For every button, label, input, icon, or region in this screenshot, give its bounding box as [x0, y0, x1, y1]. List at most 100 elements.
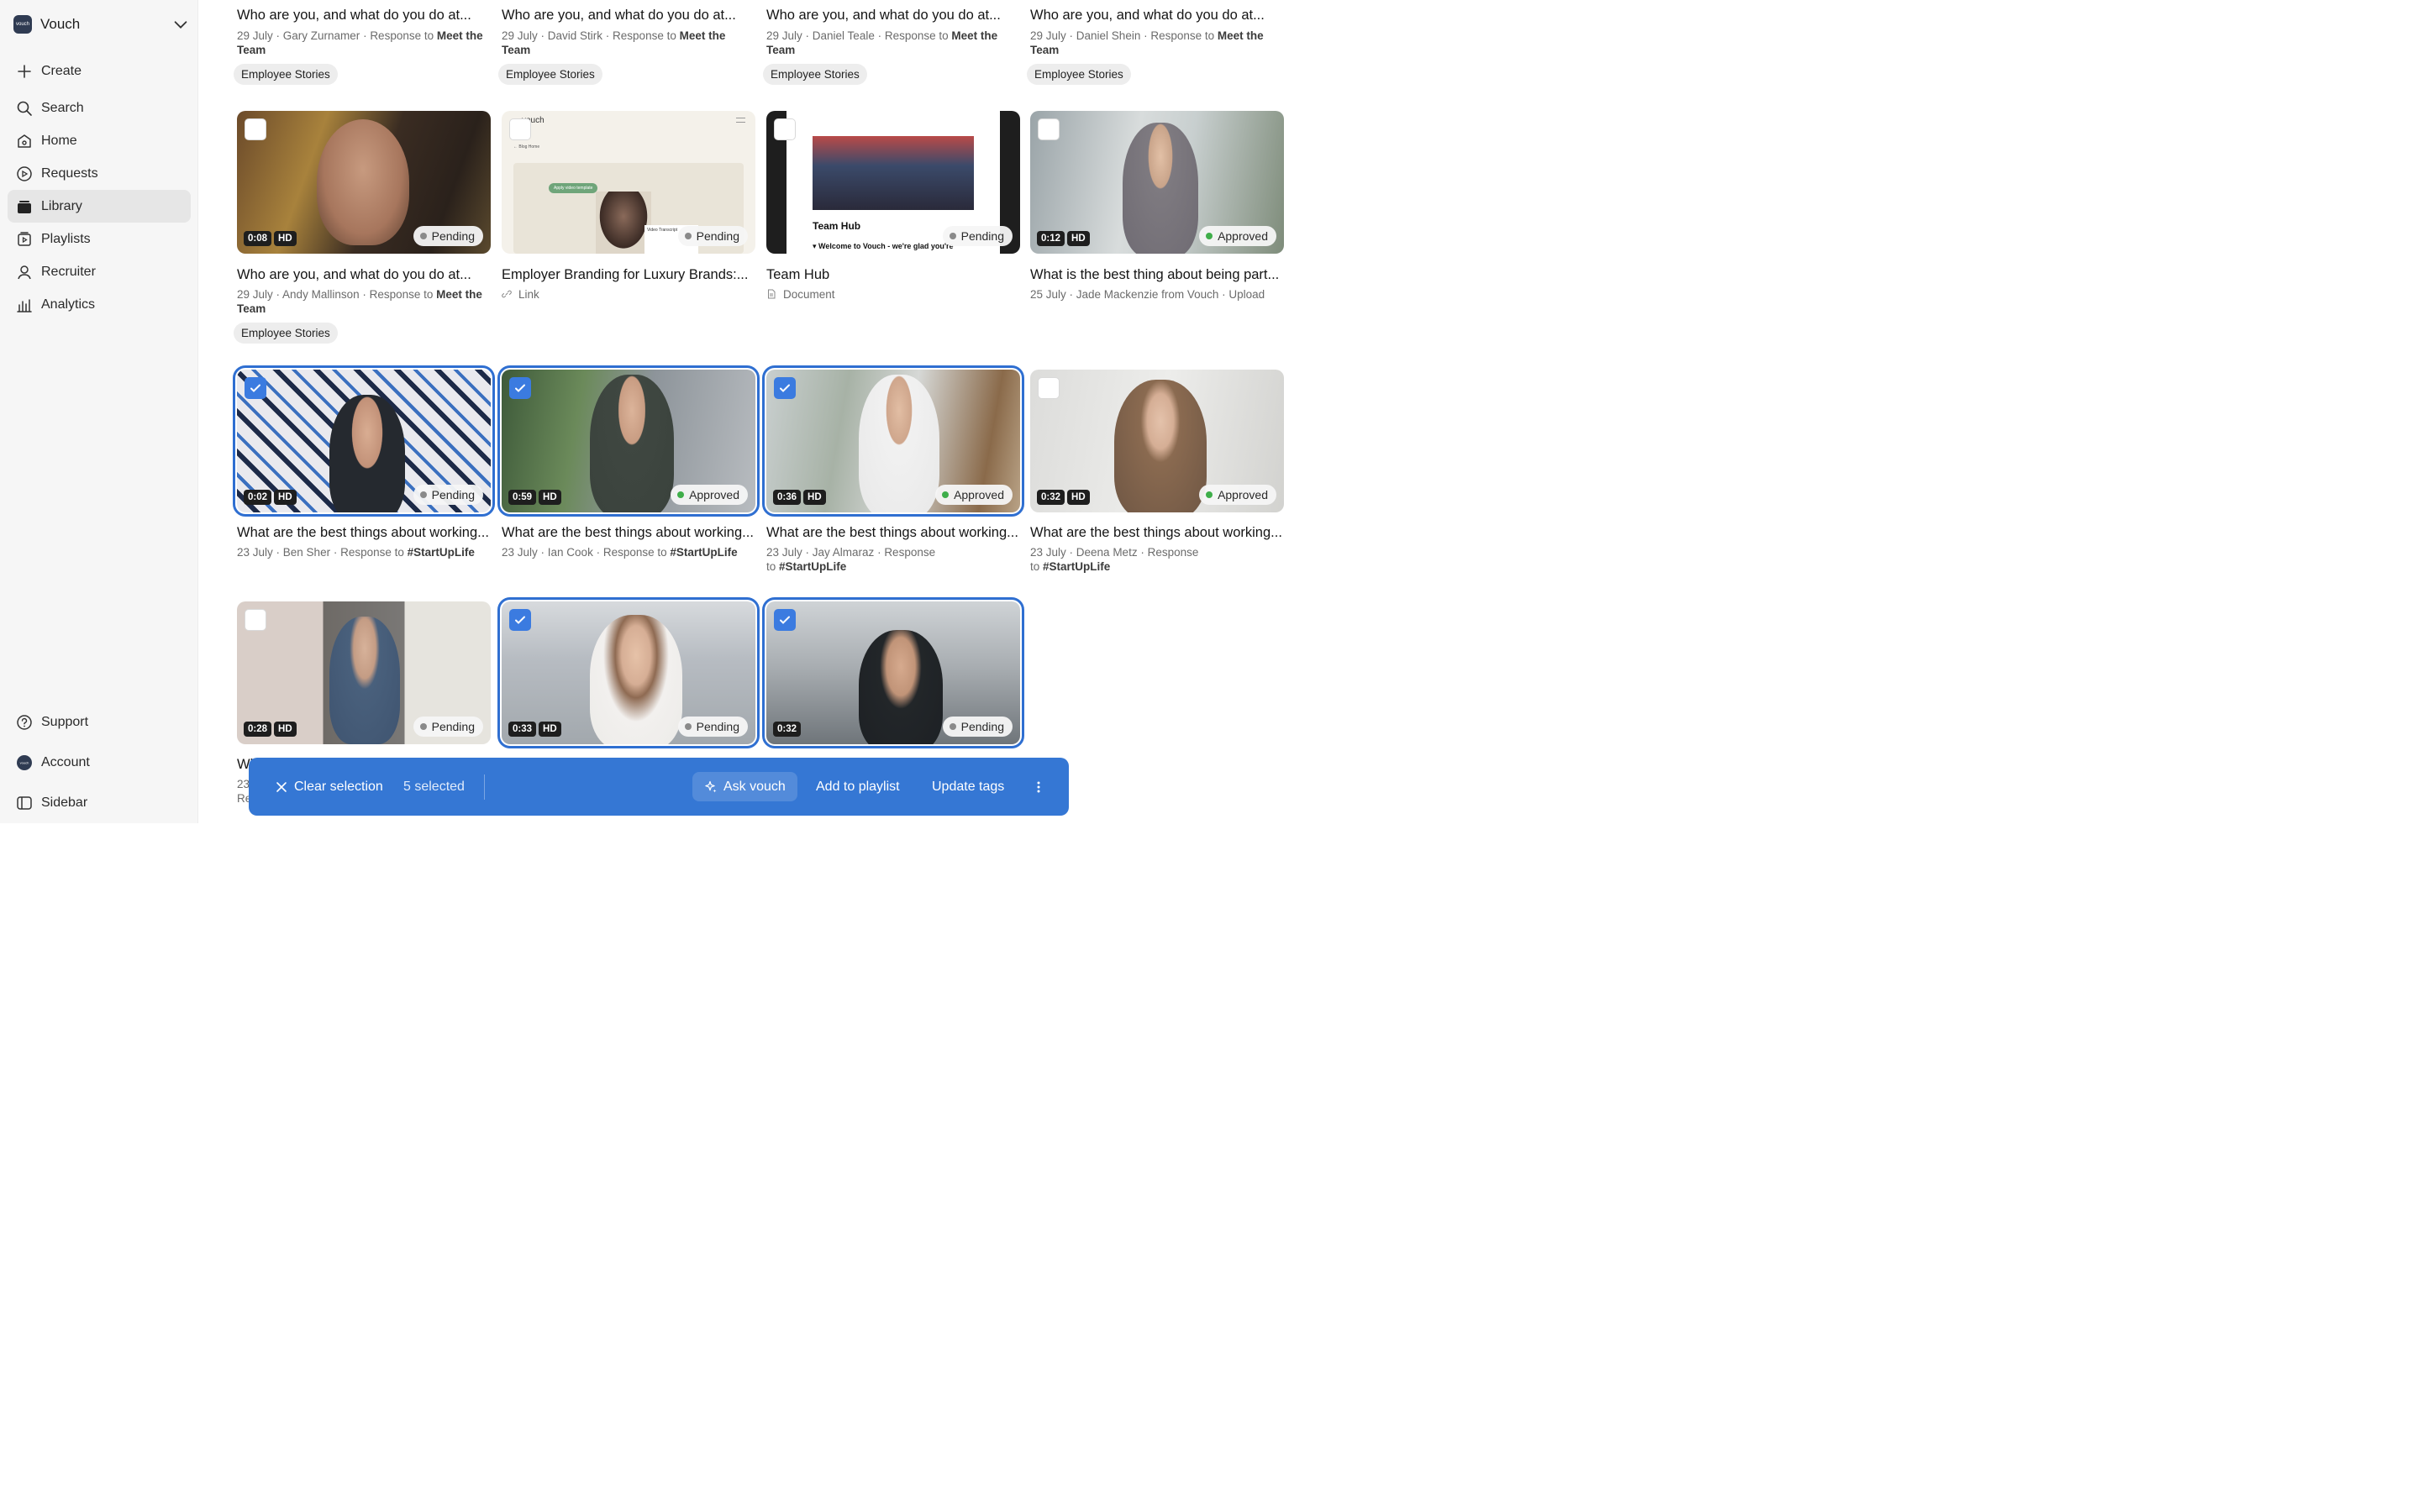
- document-thumbnail[interactable]: Team Hub ▾ Welcome to Vouch - we're glad…: [766, 111, 1020, 254]
- video-thumbnail[interactable]: 0:59 HD Approved: [497, 365, 760, 517]
- close-icon: [276, 781, 287, 792]
- card-meta: 29 July · Andy Mallinson · Response to M…: [237, 288, 482, 315]
- select-checkbox[interactable]: [509, 377, 531, 399]
- nav-label: Account: [41, 755, 90, 769]
- thumb-sub: ▾ Welcome to Vouch - we're glad you're: [813, 242, 954, 250]
- video-thumbnail[interactable]: 0:33 HD Pending: [497, 597, 760, 748]
- select-checkbox[interactable]: [774, 377, 796, 399]
- home-icon: [18, 134, 31, 148]
- nav-sidebar-toggle[interactable]: Sidebar: [8, 783, 191, 823]
- nav-label: Playlists: [41, 231, 91, 246]
- user-icon: [18, 265, 31, 279]
- duration-badge: 0:59 HD: [508, 490, 561, 505]
- status-badge: Approved: [1199, 485, 1276, 505]
- search-icon: [17, 101, 32, 116]
- link-thumbnail[interactable]: vouch ← Blog Home Apply video template V…: [502, 111, 755, 254]
- card-title: What is the best thing about being part.…: [1030, 267, 1280, 282]
- clear-selection-label: Clear selection: [294, 779, 383, 794]
- person-silhouette: [317, 119, 409, 245]
- card-meta: Document: [766, 287, 1020, 302]
- nav-home[interactable]: Home: [8, 124, 191, 157]
- plus-icon: [18, 64, 31, 78]
- video-thumbnail[interactable]: 0:02 HD Pending: [233, 365, 495, 517]
- tag-chip[interactable]: Employee Stories: [234, 64, 338, 85]
- status-badge: Approved: [935, 485, 1013, 505]
- video-thumbnail[interactable]: 0:36 HD Approved: [762, 365, 1024, 517]
- video-thumbnail[interactable]: 0:12 HD Approved: [1030, 111, 1284, 254]
- status-badge: Pending: [413, 717, 483, 737]
- card-meta: 23 July · Jay Almaraz · Response to #Star…: [766, 546, 936, 573]
- add-to-playlist-button[interactable]: Add to playlist: [816, 758, 900, 816]
- card-title: Who are you, and what do you do at...: [1030, 8, 1265, 23]
- nav-recruiter[interactable]: Recruiter: [8, 255, 191, 288]
- person-silhouette: [596, 192, 651, 254]
- status-badge: Pending: [942, 226, 1013, 246]
- person-silhouette: [1123, 123, 1198, 254]
- status-badge: Pending: [677, 717, 748, 737]
- secondary-nav: Support vouch Account Sidebar: [8, 702, 191, 823]
- person-silhouette: [859, 630, 943, 744]
- requests-icon: [17, 165, 32, 181]
- tag-chip[interactable]: Employee Stories: [763, 64, 867, 85]
- nav-library[interactable]: Library: [8, 190, 191, 223]
- card-meta: 25 July · Jade Mackenzie from Vouch · Up…: [1030, 288, 1265, 301]
- select-checkbox[interactable]: [245, 609, 266, 631]
- workspace-name: Vouch: [40, 16, 81, 32]
- tag-chip[interactable]: Employee Stories: [498, 64, 602, 85]
- ask-vouch-button[interactable]: Ask vouch: [692, 772, 797, 801]
- video-thumbnail[interactable]: 0:28 HD Pending: [237, 601, 491, 744]
- card-title: What are the best things about working..…: [766, 525, 1018, 540]
- select-checkbox[interactable]: [774, 118, 796, 140]
- video-thumbnail[interactable]: 0:08 HD Pending: [237, 111, 491, 254]
- nav-label: Sidebar: [41, 795, 88, 810]
- card-title: What are the best things about working..…: [237, 525, 489, 540]
- document-icon: [768, 289, 776, 299]
- nav-account[interactable]: vouch Account: [8, 743, 191, 783]
- select-checkbox[interactable]: [509, 118, 531, 140]
- nav-label: Library: [41, 198, 82, 213]
- video-thumbnail[interactable]: 0:32 HD Approved: [1030, 370, 1284, 512]
- select-checkbox[interactable]: [1038, 377, 1060, 399]
- tag-chip[interactable]: Employee Stories: [234, 323, 338, 344]
- account-icon: vouch: [17, 755, 32, 770]
- video-thumbnail[interactable]: 0:32 Pending: [762, 597, 1024, 748]
- more-options-button[interactable]: [1032, 758, 1045, 816]
- duration-badge: 0:08 HD: [244, 231, 297, 246]
- chevron-down-icon: [174, 21, 187, 29]
- more-vertical-icon: [1037, 781, 1040, 792]
- nav-playlists[interactable]: Playlists: [8, 223, 191, 255]
- nav-analytics[interactable]: Analytics: [8, 288, 191, 321]
- card-title: Who are you, and what do you do at...: [237, 267, 471, 282]
- card-title: Team Hub: [766, 267, 830, 282]
- select-checkbox[interactable]: [774, 609, 796, 631]
- card-meta: 23 July · Deena Metz · Response to #Start…: [1030, 546, 1199, 573]
- nav-search[interactable]: Search: [8, 92, 191, 124]
- nav-support[interactable]: Support: [8, 702, 191, 743]
- nav-requests[interactable]: Requests: [8, 157, 191, 190]
- nav-create[interactable]: Create: [8, 55, 191, 87]
- nav-label: Recruiter: [41, 264, 96, 279]
- status-badge: Pending: [413, 226, 483, 246]
- workspace-switcher[interactable]: vouch Vouch: [13, 13, 190, 35]
- select-checkbox[interactable]: [1038, 118, 1060, 140]
- analytics-icon: [17, 298, 32, 312]
- update-tags-button[interactable]: Update tags: [932, 758, 1004, 816]
- person-silhouette: [859, 375, 939, 512]
- clear-selection-button[interactable]: Clear selection: [276, 758, 383, 816]
- select-checkbox[interactable]: [509, 609, 531, 631]
- ask-vouch-label: Ask vouch: [723, 779, 786, 794]
- status-badge: Approved: [1199, 226, 1276, 246]
- thumb-heading: Team Hub: [813, 220, 861, 232]
- person-silhouette: [590, 615, 682, 744]
- select-checkbox[interactable]: [245, 118, 266, 140]
- tag-chip[interactable]: Employee Stories: [1027, 64, 1131, 85]
- primary-nav: Create Search Home Requests Library Play…: [8, 55, 191, 321]
- nav-label: Search: [41, 100, 84, 115]
- person-silhouette: [329, 617, 400, 744]
- select-checkbox[interactable]: [245, 377, 266, 399]
- card-title: Who are you, and what do you do at...: [502, 8, 736, 23]
- card-title: Who are you, and what do you do at...: [766, 8, 1001, 23]
- nav-label: Home: [41, 133, 77, 148]
- duration-badge: 0:32 HD: [1037, 490, 1090, 505]
- sidebar-icon: [17, 796, 32, 810]
